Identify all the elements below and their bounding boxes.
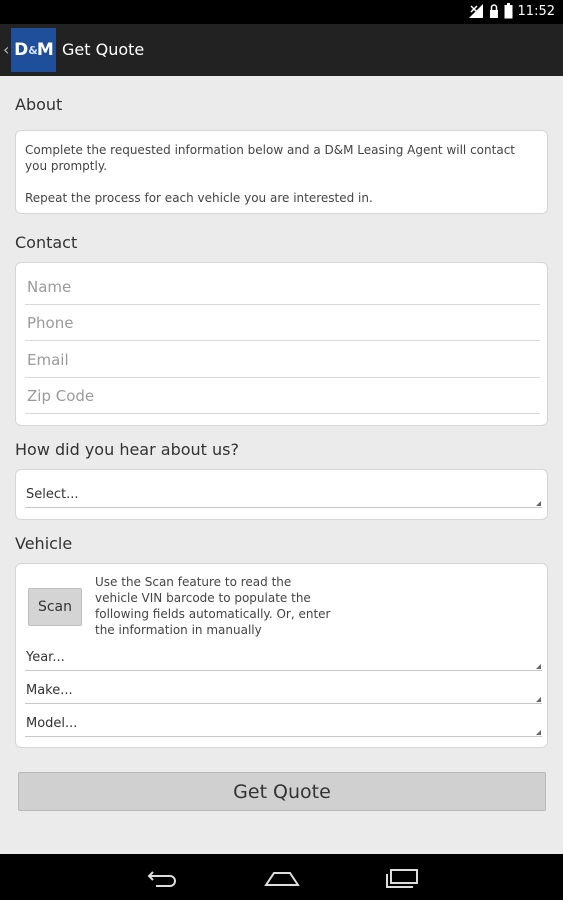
vehicle-heading: Vehicle	[15, 534, 73, 553]
year-select-value: Year...	[26, 650, 65, 665]
signal-icon	[468, 3, 484, 19]
up-caret-icon[interactable]: ‹	[3, 40, 9, 59]
about-text: Complete the requested information below…	[25, 142, 530, 206]
about-card: Complete the requested information below…	[15, 130, 548, 214]
contact-heading: Contact	[15, 233, 78, 252]
email-field[interactable]: Email	[25, 342, 540, 378]
name-field[interactable]: Name	[25, 269, 540, 305]
recent-apps-icon[interactable]	[385, 868, 419, 892]
make-select-value: Make...	[26, 683, 73, 698]
zip-code-field[interactable]: Zip Code	[25, 378, 540, 414]
model-select-value: Model...	[26, 716, 78, 731]
model-select[interactable]: Model...	[25, 709, 542, 737]
navigation-bar	[0, 854, 563, 900]
status-bar: 11:52	[0, 0, 563, 24]
get-quote-button[interactable]: Get Quote	[18, 772, 546, 811]
phone-field[interactable]: Phone	[25, 305, 540, 341]
lock-icon	[489, 3, 499, 19]
about-heading: About	[15, 95, 63, 114]
year-select[interactable]: Year...	[25, 643, 542, 671]
dropdown-triangle-icon	[536, 664, 541, 669]
contact-card: Name Phone Email Zip Code	[15, 262, 548, 426]
page-title: Get Quote	[62, 40, 145, 59]
referral-heading: How did you hear about us?	[15, 440, 239, 459]
dm-logo[interactable]: D & M	[11, 28, 56, 72]
dropdown-triangle-icon	[536, 730, 541, 735]
scan-button[interactable]: Scan	[28, 588, 82, 626]
home-icon[interactable]	[264, 868, 300, 892]
about-paragraph-2: Repeat the process for each vehicle you …	[25, 191, 373, 205]
referral-select-value: Select...	[26, 487, 79, 502]
referral-card: Select...	[15, 469, 548, 520]
action-bar: ‹ D & M Get Quote	[0, 24, 563, 76]
back-icon[interactable]	[146, 868, 180, 892]
logo-ampersand: &	[28, 43, 38, 57]
logo-letter-d: D	[14, 40, 28, 60]
scan-instructions: Use the Scan feature to read the vehicle…	[95, 575, 331, 637]
dropdown-triangle-icon	[536, 697, 541, 702]
status-icons: 11:52	[468, 3, 555, 19]
logo-letter-m: M	[36, 40, 54, 60]
dropdown-triangle-icon	[536, 501, 541, 506]
clock: 11:52	[517, 3, 555, 19]
make-select[interactable]: Make...	[25, 676, 542, 704]
battery-icon	[504, 3, 513, 19]
vehicle-card: Scan Use the Scan feature to read the ve…	[15, 563, 548, 748]
about-paragraph-1: Complete the requested information below…	[25, 143, 515, 173]
referral-select[interactable]: Select...	[25, 480, 542, 508]
